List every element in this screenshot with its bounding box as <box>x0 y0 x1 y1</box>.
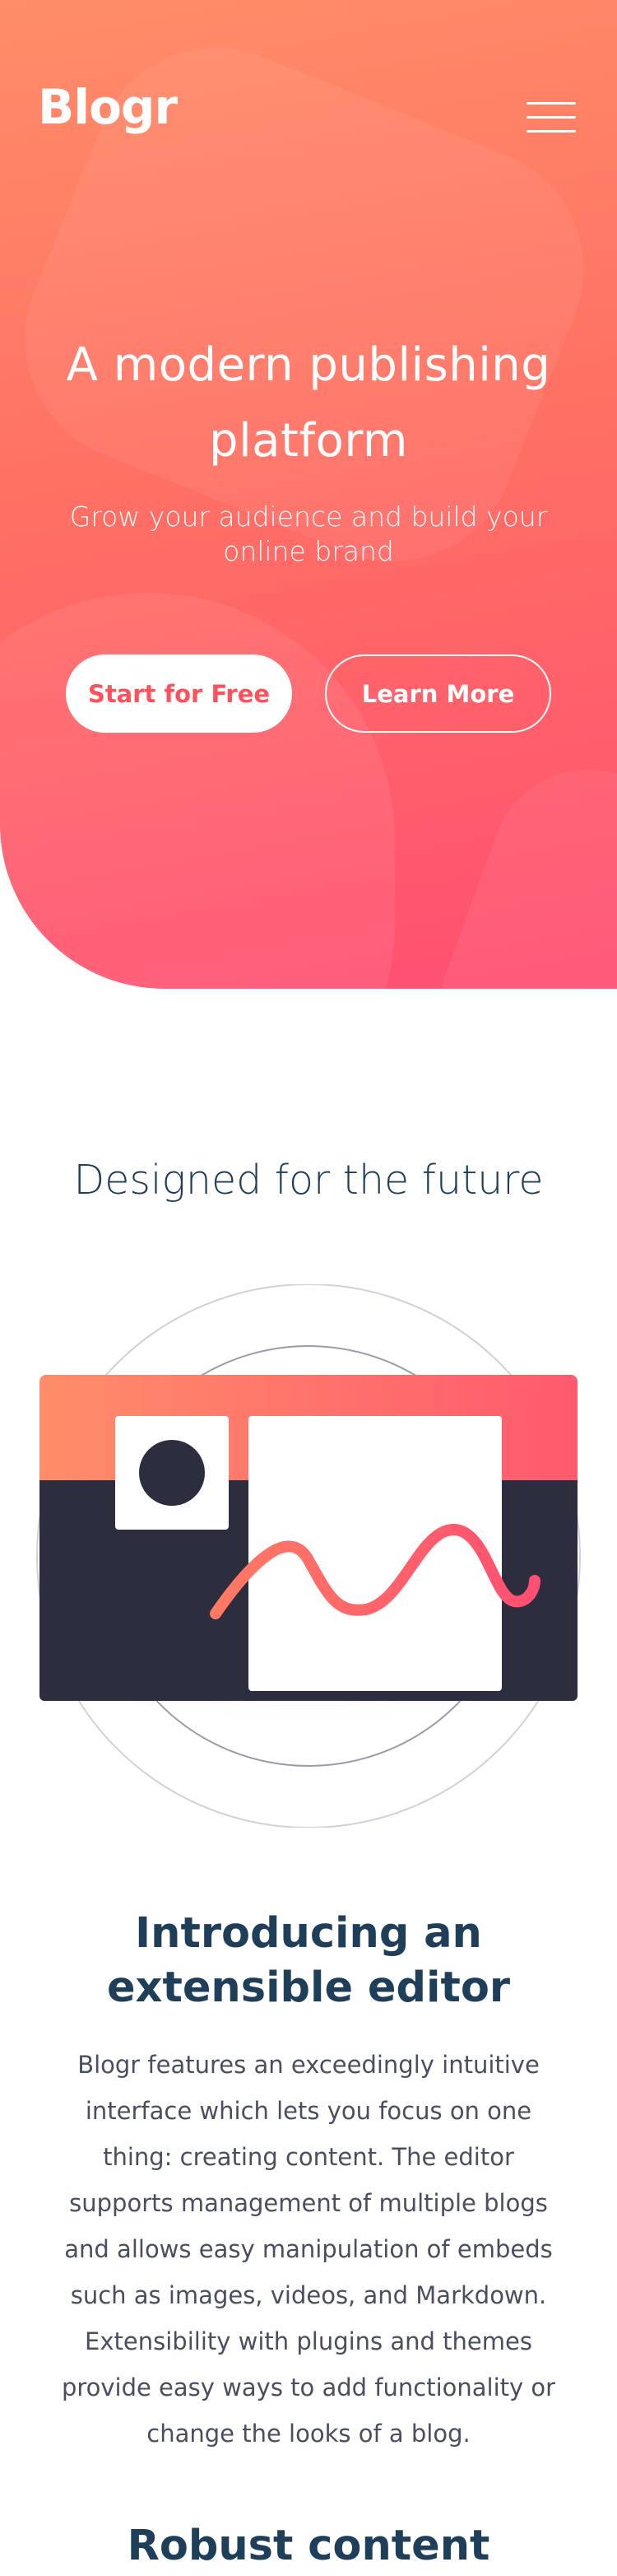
menu-line <box>527 116 576 119</box>
content-card <box>248 1416 502 1691</box>
start-for-free-button[interactable]: Start for Free <box>66 654 292 733</box>
hero-title: A modern publishing platform <box>66 338 551 468</box>
avatar-circle <box>139 1440 205 1506</box>
robust-content-title: Robust content <box>127 2522 490 2570</box>
hero-section: Blogr A modern publishing platform Grow … <box>0 0 617 989</box>
hero-background-shape <box>411 741 617 989</box>
editor-illustration <box>12 1284 605 1828</box>
menu-line <box>527 102 576 105</box>
learn-more-button[interactable]: Learn More <box>325 654 551 733</box>
editor-title: Introducing an extensible editor <box>106 1909 511 2012</box>
hamburger-menu-icon[interactable] <box>527 102 576 133</box>
hero-background-shape <box>0 593 395 989</box>
logo[interactable]: Blogr <box>38 79 178 135</box>
menu-line <box>527 130 576 133</box>
editor-description: Blogr features an exceedingly intuitive … <box>61 2051 556 2448</box>
section-title: Designed for the future <box>73 1157 544 1204</box>
hero-subtitle: Grow your audience and build your online… <box>69 501 548 567</box>
